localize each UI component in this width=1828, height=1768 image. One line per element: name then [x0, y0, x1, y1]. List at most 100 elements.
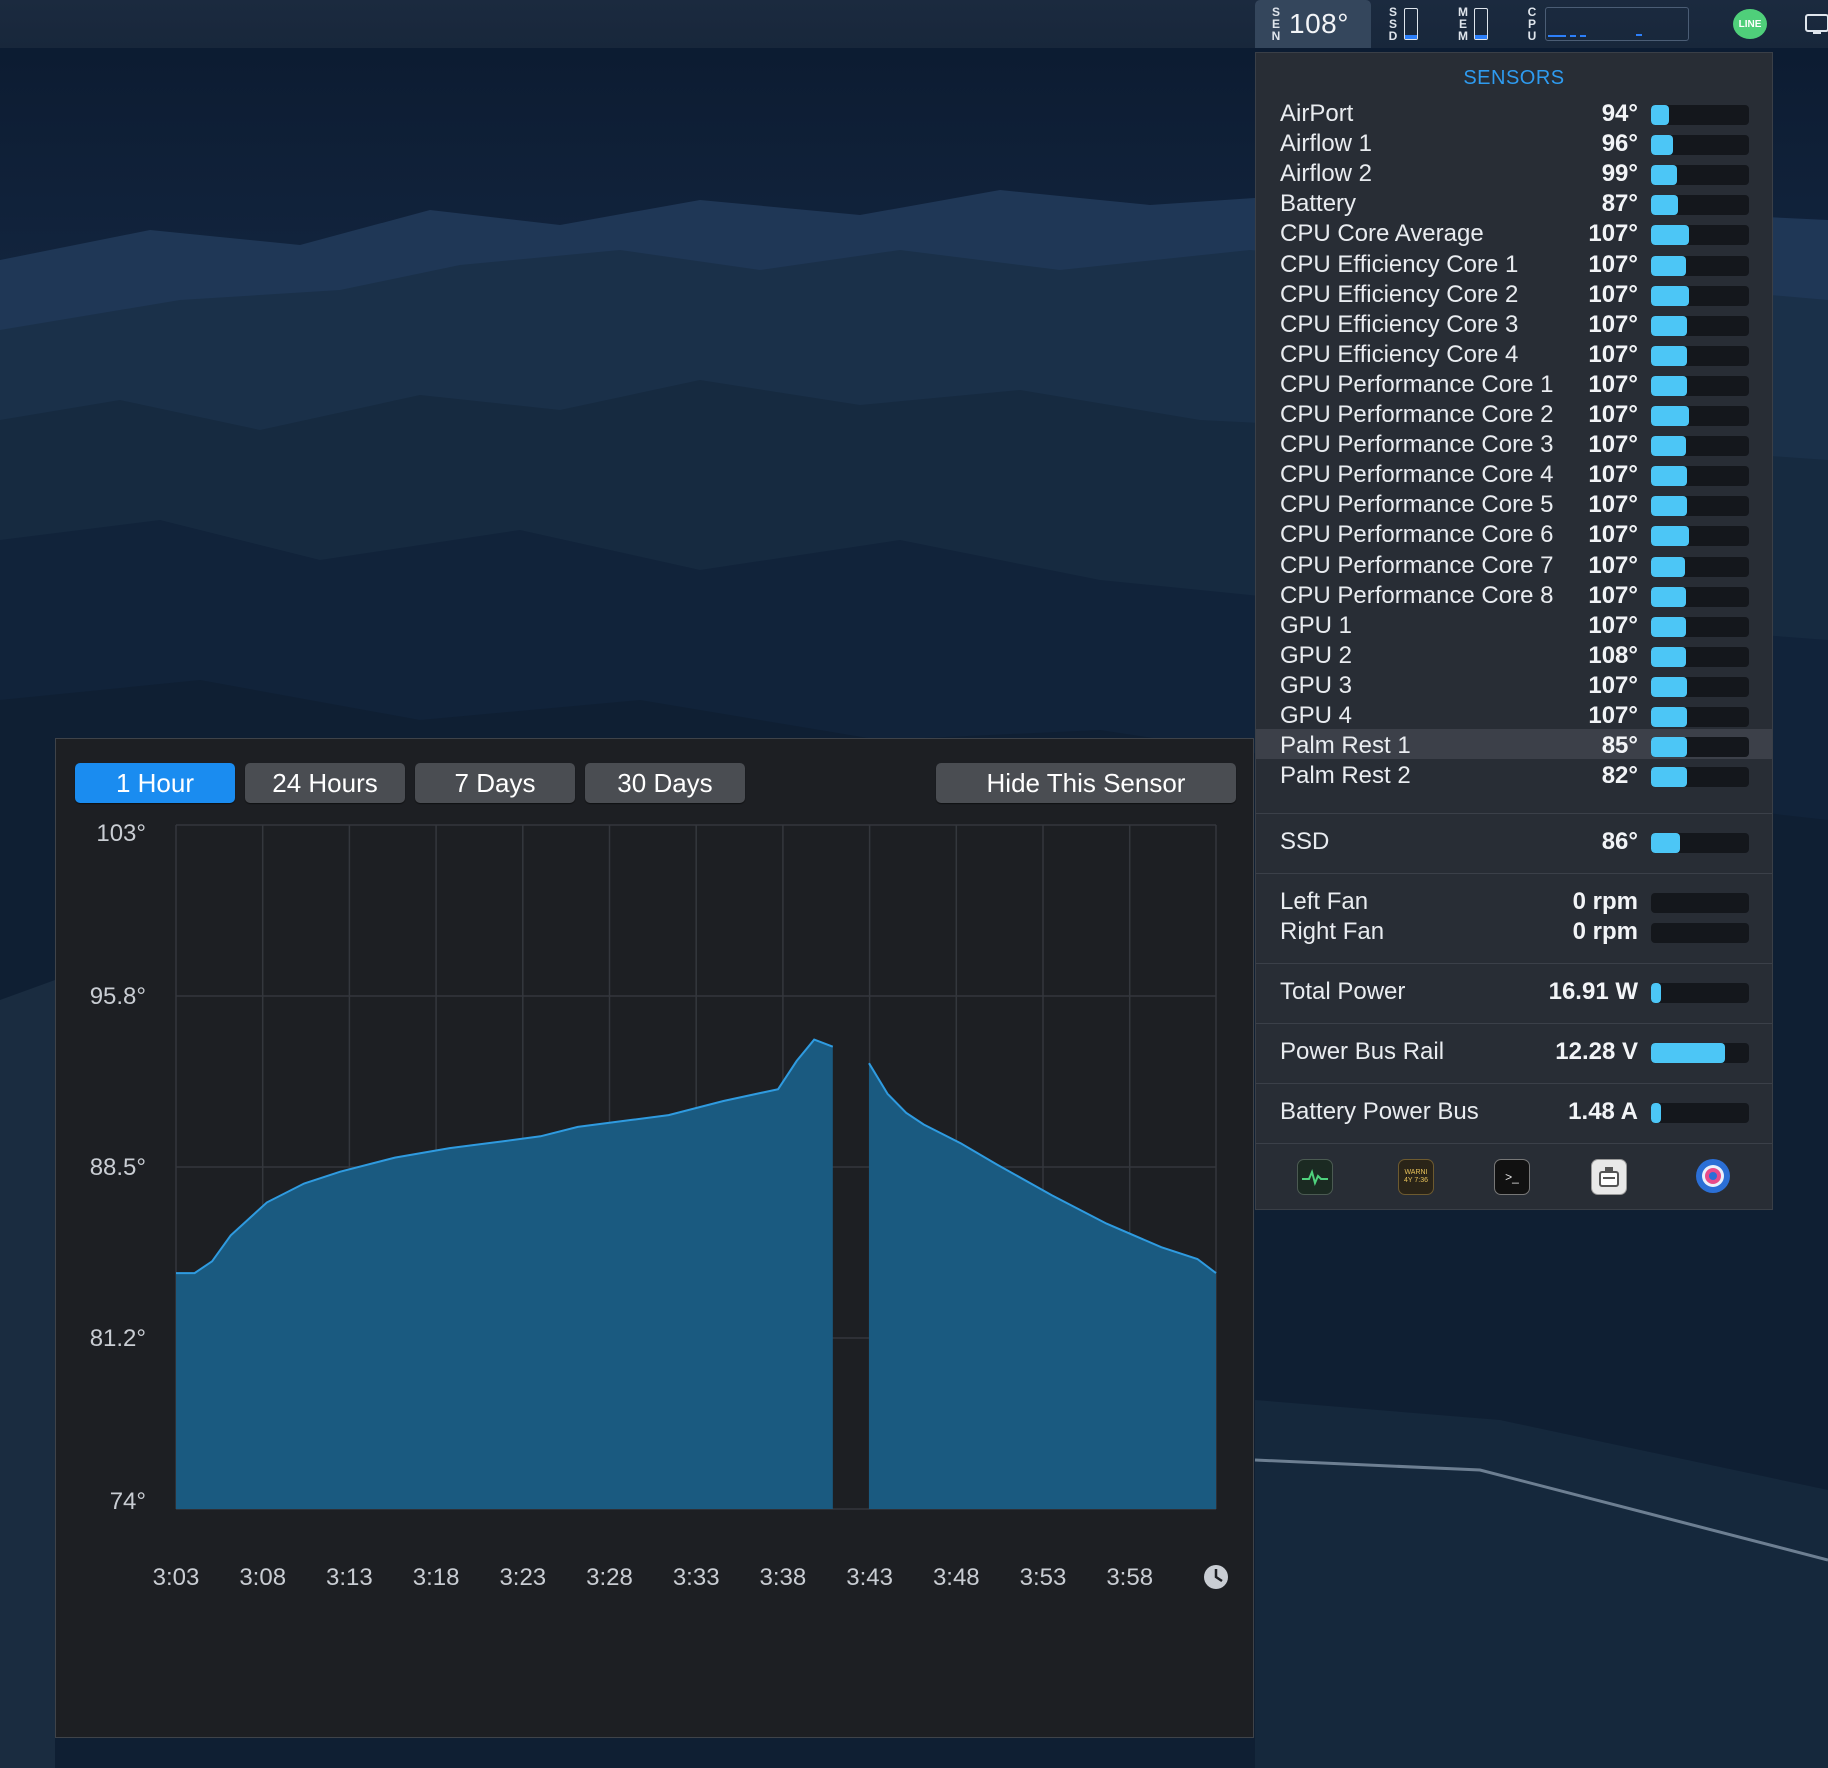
sensor-row[interactable]: CPU Performance Core 2 107° [1256, 398, 1772, 428]
x-tick-label: 3:03 [153, 1564, 200, 1591]
sensor-row[interactable]: AirPort 94° [1256, 97, 1772, 127]
sensor-level-bar [1651, 466, 1749, 487]
terminal-icon[interactable]: >_ [1494, 1159, 1530, 1195]
sensor-name: Right Fan [1280, 918, 1385, 945]
sensor-value: 99° [1601, 160, 1638, 188]
sensor-name: Battery Power Bus [1280, 1098, 1479, 1125]
sensor-row[interactable]: GPU 3 107° [1256, 669, 1772, 699]
x-tick-label: 3:33 [673, 1564, 720, 1591]
sensor-name: CPU Performance Core 7 [1280, 551, 1554, 579]
sensor-row-battery-power-bus[interactable]: Battery Power Bus 1.48 A [1256, 1095, 1772, 1125]
sensor-row[interactable]: CPU Performance Core 5 107° [1256, 488, 1772, 518]
sensor-value: 0 rpm [1572, 918, 1638, 945]
sensor-row-total-power[interactable]: Total Power 16.91 W [1256, 975, 1772, 1005]
sensor-name: CPU Efficiency Core 3 [1280, 310, 1519, 338]
sensor-name: GPU 1 [1280, 611, 1353, 639]
sensor-row-left-fan[interactable]: Left Fan 0 rpm [1256, 885, 1772, 915]
hide-sensor-button[interactable]: Hide This Sensor [936, 763, 1236, 803]
sensor-level-bar [1651, 105, 1749, 125]
sensors-menu-item[interactable]: SEN 108° [1255, 0, 1371, 48]
sensor-name: CPU Efficiency Core 1 [1280, 250, 1519, 278]
sensor-value: 16.91 W [1548, 978, 1638, 1005]
cpu-label: CPU [1527, 5, 1537, 43]
sensor-row[interactable]: Battery 87° [1256, 187, 1772, 217]
sensor-row[interactable]: GPU 2 108° [1256, 639, 1772, 669]
x-tick-label: 3:53 [1020, 1564, 1067, 1591]
sen-label: SEN [1271, 5, 1281, 43]
sensor-name: AirPort [1280, 100, 1354, 127]
x-tick-label: 3:58 [1106, 1564, 1153, 1591]
cpu-menu-item[interactable]: CPU [1525, 0, 1689, 48]
sensor-level-bar [1651, 983, 1749, 1003]
sensor-level-bar [1651, 165, 1749, 186]
sensor-name: Palm Rest 1 [1280, 732, 1411, 760]
sensor-value: 85° [1601, 732, 1638, 760]
sensor-value: 107° [1588, 702, 1638, 729]
activity-monitor-icon[interactable] [1297, 1159, 1333, 1195]
sensor-row[interactable]: CPU Efficiency Core 4 107° [1256, 338, 1772, 368]
sensor-value: 107° [1588, 401, 1638, 428]
sensor-value: 107° [1588, 250, 1638, 278]
sensor-row-power-bus-rail[interactable]: Power Bus Rail 12.28 V [1256, 1035, 1772, 1065]
sensor-level-bar [1651, 345, 1749, 366]
y-axis-ticks: 103° 95.8° 88.5° 81.2° 74° [90, 820, 146, 1515]
system-information-icon[interactable] [1591, 1159, 1627, 1195]
sensor-value: 107° [1588, 340, 1638, 368]
sensor-name: CPU Performance Core 8 [1280, 581, 1554, 609]
y-tick-label: 103° [96, 820, 146, 847]
sensor-name: CPU Performance Core 2 [1280, 401, 1554, 428]
sensor-name: Total Power [1280, 978, 1406, 1005]
sensors-dropdown-panel: SENSORS AirPort 94° Airflow 1 96° Airflow 2 9… [1255, 52, 1773, 1210]
range-7-days-button[interactable]: 7 Days [415, 763, 575, 803]
sensor-level-bar [1651, 676, 1749, 697]
sensor-row[interactable]: CPU Performance Core 7 107° [1256, 549, 1772, 579]
divider [1256, 813, 1772, 814]
sensor-row[interactable]: CPU Efficiency Core 2 107° [1256, 278, 1772, 308]
sensor-row[interactable]: Airflow 1 96° [1256, 127, 1772, 157]
line-app-icon[interactable]: LINE [1733, 0, 1767, 48]
sensor-level-bar [1651, 586, 1749, 607]
x-tick-label: 3:18 [413, 1564, 460, 1591]
sensor-name: Battery [1280, 190, 1357, 218]
sensor-row[interactable]: CPU Performance Core 6 107° [1256, 518, 1772, 548]
sensor-value: 1.48 A [1568, 1098, 1638, 1125]
sensor-value: 107° [1588, 310, 1638, 338]
sensor-row[interactable]: CPU Efficiency Core 1 107° [1256, 248, 1772, 278]
sensor-value: 107° [1588, 671, 1638, 699]
sensor-level-bar [1651, 135, 1749, 156]
sensor-level-bar [1651, 375, 1749, 396]
sensor-level-bar [1651, 406, 1749, 426]
sensor-row[interactable]: CPU Efficiency Core 3 107° [1256, 308, 1772, 338]
sensor-row[interactable]: GPU 1 107° [1256, 609, 1772, 639]
sensor-row[interactable]: CPU Performance Core 1 107° [1256, 368, 1772, 398]
sensor-level-bar [1651, 923, 1749, 943]
range-24-hours-button[interactable]: 24 Hours [245, 763, 405, 803]
sensor-level-bar [1651, 285, 1749, 306]
panel-footer-toolbar: WARNI 4Y 7:36 >_ [1256, 1145, 1772, 1209]
sensor-row[interactable]: CPU Performance Core 8 107° [1256, 579, 1772, 609]
ssd-usage-bar [1404, 8, 1418, 40]
sensor-level-bar [1651, 1103, 1749, 1123]
sensor-row[interactable]: Palm Rest 1 85° [1256, 729, 1772, 760]
sensor-row[interactable]: CPU Performance Core 3 107° [1256, 428, 1772, 458]
divider [1256, 1143, 1772, 1144]
y-tick-label: 81.2° [90, 1325, 146, 1352]
sensor-row[interactable]: CPU Performance Core 4 107° [1256, 458, 1772, 488]
memory-menu-item[interactable]: MEM [1456, 0, 1488, 48]
disk-utility-icon[interactable] [1696, 1159, 1730, 1193]
sensor-row[interactable]: Airflow 2 99° [1256, 157, 1772, 187]
sensor-name: CPU Core Average [1280, 220, 1484, 248]
console-icon[interactable]: WARNI 4Y 7:36 [1398, 1159, 1434, 1195]
sensor-row[interactable]: Palm Rest 2 82° [1256, 759, 1772, 789]
temperature-history-chart: 103°95.8°88.5°81.2°74° 3:03 3:08 3:13 3:18 3… [90, 820, 1228, 1591]
sensor-row[interactable]: GPU 4 107° [1256, 699, 1772, 729]
range-30-days-button[interactable]: 30 Days [585, 763, 745, 803]
range-1-hour-button[interactable]: 1 Hour [75, 763, 235, 803]
sensor-row-right-fan[interactable]: Right Fan 0 rpm [1256, 915, 1772, 945]
ssd-menu-item[interactable]: SSD [1386, 0, 1418, 48]
display-icon[interactable] [1804, 0, 1828, 48]
sensor-name: GPU 3 [1280, 671, 1353, 699]
sensor-row-ssd[interactable]: SSD 86° [1256, 825, 1772, 855]
sensor-row[interactable]: CPU Core Average 107° [1256, 217, 1772, 247]
clock-icon[interactable] [1204, 1565, 1228, 1589]
